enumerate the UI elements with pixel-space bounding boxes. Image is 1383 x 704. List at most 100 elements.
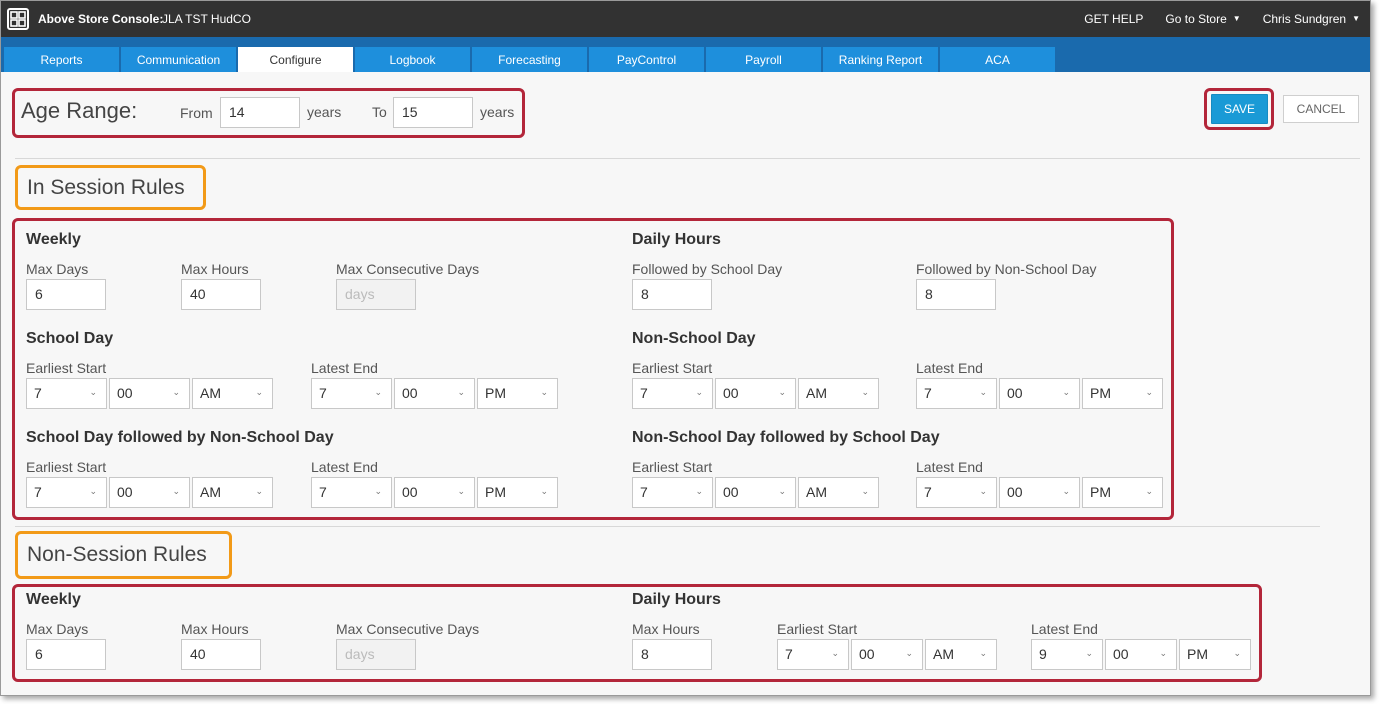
hour-select[interactable]: 7 ⌄ [632, 477, 713, 508]
hour-value: 7 [924, 385, 932, 401]
app-title: Above Store Console: [38, 12, 164, 26]
tab-communication[interactable]: Communication [121, 47, 236, 72]
ampm-value: PM [485, 385, 506, 401]
ampm-select[interactable]: PM ⌄ [477, 378, 558, 409]
minute-select[interactable]: 00 ⌄ [109, 477, 190, 508]
nav-bar: Reports Communication Configure Logbook … [1, 37, 1370, 72]
save-button[interactable]: SAVE [1211, 94, 1268, 124]
minute-select[interactable]: 00 ⌄ [999, 378, 1080, 409]
ampm-select[interactable]: AM ⌄ [192, 378, 273, 409]
ampm-select[interactable]: PM ⌄ [477, 477, 558, 508]
ampm-value: PM [1090, 385, 1111, 401]
max-days-input[interactable]: 6 [26, 639, 106, 670]
hour-select[interactable]: 7 ⌄ [916, 477, 997, 508]
hour-select[interactable]: 7 ⌄ [311, 378, 392, 409]
from-label: From [180, 105, 213, 121]
max-hours-label: Max Hours [181, 261, 249, 277]
chevron-down-icon: ⌄ [778, 387, 786, 397]
hour-select[interactable]: 9 ⌄ [1031, 639, 1103, 670]
ampm-select[interactable]: AM ⌄ [925, 639, 997, 670]
ampm-select[interactable]: AM ⌄ [798, 477, 879, 508]
followed-by-non-school-day-label: Followed by Non-School Day [916, 261, 1097, 277]
minute-value: 00 [117, 385, 133, 401]
ampm-select[interactable]: PM ⌄ [1082, 477, 1163, 508]
years-label: years [307, 104, 342, 120]
user-menu[interactable]: Chris Sundgren ▼ [1263, 12, 1360, 26]
latest-end-label: Latest End [916, 360, 983, 376]
ampm-select[interactable]: PM ⌄ [1179, 639, 1251, 670]
minute-value: 00 [117, 484, 133, 500]
chevron-down-icon: ⌄ [457, 387, 465, 397]
minute-select[interactable]: 00 ⌄ [999, 477, 1080, 508]
earliest-start-label: Earliest Start [632, 459, 713, 475]
tab-reports[interactable]: Reports [4, 47, 119, 72]
max-hours-input[interactable]: 40 [181, 279, 261, 310]
minute-select[interactable]: 00 ⌄ [394, 477, 475, 508]
ampm-select[interactable]: PM ⌄ [1082, 378, 1163, 409]
max-days-input[interactable]: 6 [26, 279, 106, 310]
hour-select[interactable]: 7 ⌄ [311, 477, 392, 508]
chevron-down-icon: ⌄ [255, 387, 263, 397]
chevron-down-icon: ⌄ [1145, 387, 1153, 397]
minute-select[interactable]: 00 ⌄ [109, 378, 190, 409]
tab-paycontrol[interactable]: PayControl [589, 47, 704, 72]
get-help-link[interactable]: GET HELP [1084, 12, 1143, 26]
age-from-input[interactable]: 14 [220, 97, 300, 128]
chevron-down-icon: ⌄ [905, 648, 913, 658]
school-then-non-school-title: School Day followed by Non-School Day [26, 429, 334, 446]
ampm-value: PM [1090, 484, 1111, 500]
latest-end-label: Latest End [311, 360, 378, 376]
caret-down-icon: ▼ [1232, 14, 1241, 23]
max-consecutive-days-input[interactable]: days [336, 279, 416, 310]
hour-select[interactable]: 7 ⌄ [26, 378, 107, 409]
hour-value: 7 [319, 484, 327, 500]
ampm-select[interactable]: AM ⌄ [798, 378, 879, 409]
max-consecutive-days-input[interactable]: days [336, 639, 416, 670]
hour-select[interactable]: 7 ⌄ [777, 639, 849, 670]
tab-aca[interactable]: ACA [940, 47, 1055, 72]
tab-payroll[interactable]: Payroll [706, 47, 821, 72]
app-window: Above Store Console: JLA TST HudCO GET H… [0, 0, 1371, 696]
tab-ranking-report[interactable]: Ranking Report [823, 47, 938, 72]
chevron-down-icon: ⌄ [89, 486, 97, 496]
minute-value: 00 [1007, 484, 1023, 500]
followed-by-school-day-input[interactable]: 8 [632, 279, 712, 310]
go-to-store-menu[interactable]: Go to Store ▼ [1165, 12, 1240, 26]
tab-forecasting[interactable]: Forecasting [472, 47, 587, 72]
go-to-store-label: Go to Store [1165, 12, 1227, 26]
hour-select[interactable]: 7 ⌄ [916, 378, 997, 409]
hour-value: 7 [34, 484, 42, 500]
in-session-title: In Session Rules [27, 176, 185, 199]
app-logo-icon[interactable] [7, 8, 29, 30]
cancel-button[interactable]: CANCEL [1283, 95, 1359, 123]
chevron-down-icon: ⌄ [255, 486, 263, 496]
hour-select[interactable]: 7 ⌄ [632, 378, 713, 409]
followed-by-non-school-day-input[interactable]: 8 [916, 279, 996, 310]
chevron-down-icon: ⌄ [778, 486, 786, 496]
tab-logbook[interactable]: Logbook [355, 47, 470, 72]
chevron-down-icon: ⌄ [861, 486, 869, 496]
chevron-down-icon: ⌄ [695, 387, 703, 397]
minute-select[interactable]: 00 ⌄ [715, 477, 796, 508]
minute-select[interactable]: 00 ⌄ [715, 378, 796, 409]
latest-end-label: Latest End [311, 459, 378, 475]
latest-end-label: Latest End [1031, 621, 1098, 637]
non-session-title: Non-Session Rules [27, 543, 207, 566]
ampm-value: AM [200, 484, 221, 500]
minute-select[interactable]: 00 ⌄ [851, 639, 923, 670]
hour-select[interactable]: 7 ⌄ [26, 477, 107, 508]
ampm-select[interactable]: AM ⌄ [192, 477, 273, 508]
weekly-title: Weekly [26, 591, 81, 608]
max-hours-input[interactable]: 40 [181, 639, 261, 670]
age-to-input[interactable]: 15 [393, 97, 473, 128]
daily-max-hours-input[interactable]: 8 [632, 639, 712, 670]
earliest-start-label: Earliest Start [26, 360, 107, 376]
chevron-down-icon: ⌄ [457, 486, 465, 496]
minute-select[interactable]: 00 ⌄ [394, 378, 475, 409]
tab-configure[interactable]: Configure [238, 47, 353, 72]
minute-value: 00 [723, 385, 739, 401]
minute-value: 00 [859, 646, 875, 662]
hour-value: 7 [640, 484, 648, 500]
user-name: Chris Sundgren [1262, 12, 1347, 26]
minute-select[interactable]: 00 ⌄ [1105, 639, 1177, 670]
